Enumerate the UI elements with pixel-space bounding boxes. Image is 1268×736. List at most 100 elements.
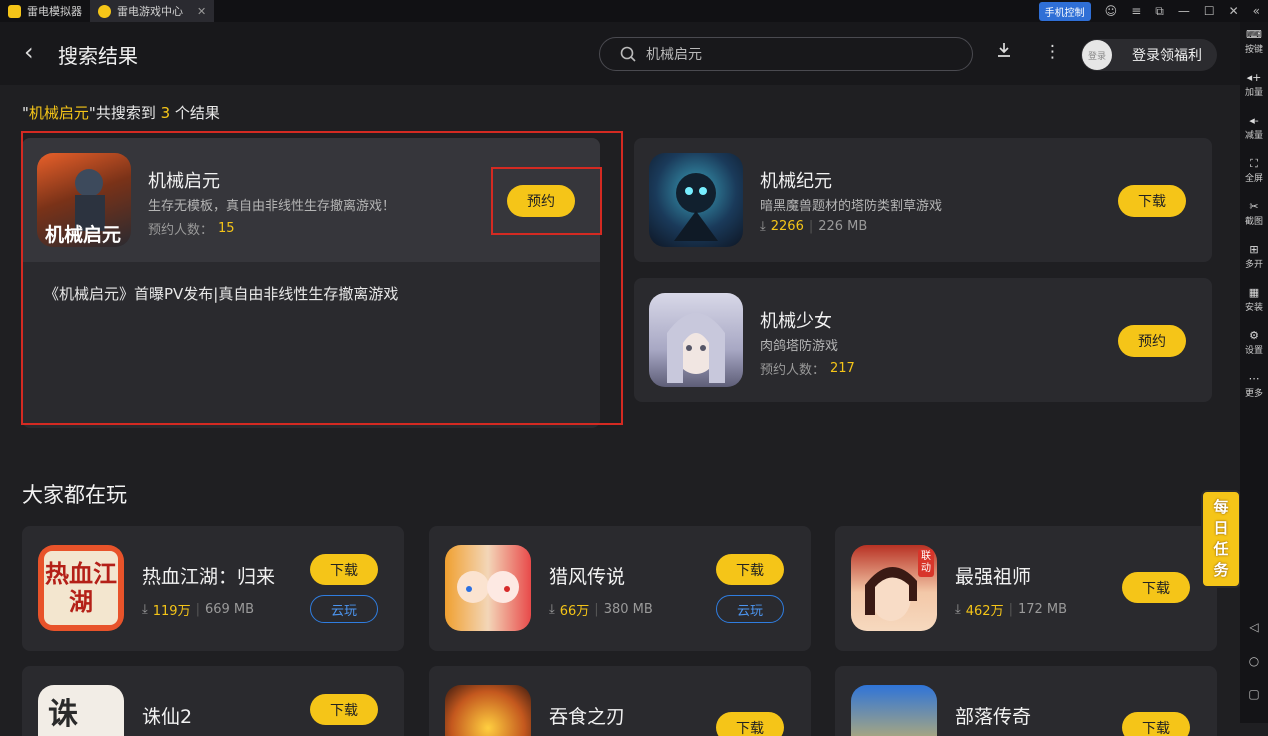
maximize-icon[interactable]: ☐ (1204, 4, 1215, 18)
app-stats: ⤓ 462万 | 172 MB (955, 602, 1068, 619)
more-vertical-icon[interactable]: ⋮ (1044, 42, 1061, 62)
app-name[interactable]: 机械启元 (148, 167, 220, 193)
featured-news-title[interactable]: 《机械启元》首曝PV发布|真自由非线性生存撤离游戏 (44, 283, 398, 304)
app-description: 暗黑魔兽题材的塔防类割草游戏 (760, 199, 943, 214)
app-name[interactable]: 猎风传说 (549, 562, 625, 589)
sidebar-item-volume-up[interactable]: ◂+ 加量 (1240, 71, 1268, 98)
minimize-icon[interactable]: — (1178, 4, 1190, 18)
cloud-play-button[interactable]: 云玩 (310, 595, 378, 623)
reservation-count: 预约人数： 217 (760, 361, 855, 378)
cloud-play-button[interactable]: 云玩 (716, 595, 784, 623)
reserve-button[interactable]: 预约 (1118, 325, 1186, 357)
tab-label: 雷电模拟器 (27, 5, 82, 18)
popular-card-rexuejianghu[interactable]: 热血江湖 热血江湖：归来 ⤓ 119万 | 669 MB 下载 云玩 (22, 526, 404, 651)
result-card-jixieshaonv[interactable]: 机械少女 肉鸽塔防游戏 预约人数： 217 预约 (634, 278, 1212, 402)
sidebar-item-keymap[interactable]: ⌨ 按键 (1240, 28, 1268, 55)
app-description: 肉鸽塔防游戏 (760, 339, 839, 354)
app-name[interactable]: 最强祖师 (955, 562, 1031, 589)
page-title: 搜索结果 (58, 44, 138, 68)
menu-icon[interactable]: ≡ (1131, 4, 1141, 18)
search-input[interactable]: 机械启元 (599, 37, 973, 71)
sidebar-item-multi-instance[interactable]: ⊞ 多开 (1240, 243, 1268, 270)
app-icon-jixieqiyuan: 机械启元 (37, 153, 131, 247)
svg-text:机械启元: 机械启元 (45, 223, 121, 246)
login-button[interactable]: 登录 登录领福利 (1081, 39, 1217, 71)
page-header: ‹ 搜索结果 机械启元 ⋮ 登录 登录领福利 (0, 22, 1240, 85)
download-count-icon: ⤓ (549, 602, 555, 617)
reservation-count: 预约人数： 15 (148, 221, 235, 238)
nav-back-icon[interactable]: ◁ (1240, 620, 1268, 634)
search-icon (620, 46, 636, 62)
app-icon-buluochuanqi (851, 685, 937, 736)
collab-badge: 联动 (918, 549, 934, 577)
download-button[interactable]: 下载 (1122, 712, 1190, 736)
app-name[interactable]: 诛仙2 (142, 702, 192, 729)
sidebar-item-screenshot[interactable]: ✂ 截图 (1240, 200, 1268, 227)
tab-label: 雷电游戏中心 (117, 5, 183, 18)
app-stats: ⤓ 66万 | 380 MB (549, 602, 653, 619)
nav-recent-icon[interactable]: ▢ (1240, 687, 1268, 701)
sidebar-item-more[interactable]: ⋯ 更多 (1240, 372, 1268, 399)
emulator-logo-icon (8, 4, 21, 18)
popular-card-tunshizhiren[interactable]: 吞食之刃 下载 (429, 666, 811, 736)
app-icon-tunshizhiren (445, 685, 531, 736)
featured-result-card[interactable]: 机械启元 机械启元 生存无模板，真自由非线性生存撤离游戏！ 预约人数： 15 预约… (22, 138, 600, 428)
fullscreen-icon: ⛶ (1250, 157, 1258, 170)
sidebar-item-fullscreen[interactable]: ⛶ 全屏 (1240, 157, 1268, 184)
app-icon-jixiejiyuan (649, 153, 743, 247)
collapse-sidebar-icon[interactable]: « (1253, 4, 1260, 18)
download-button[interactable]: 下载 (716, 554, 784, 585)
sidebar-item-install[interactable]: ▦ 安装 (1240, 286, 1268, 313)
nav-home-icon[interactable]: ○ (1240, 654, 1268, 668)
popular-card-liefengchuanshuo[interactable]: 猎风传说 ⤓ 66万 | 380 MB 下载 云玩 (429, 526, 811, 651)
app-name[interactable]: 热血江湖：归来 (142, 562, 275, 589)
restore-icon[interactable]: ⧉ (1155, 4, 1164, 19)
emulator-sidebar: ⌨ 按键 ◂+ 加量 ◂- 减量 ⛶ 全屏 ✂ 截图 ⊞ 多开 ▦ 安装 ⚙ 设置 ⋯ 更多 ◁ … (1240, 22, 1268, 723)
app-name[interactable]: 机械纪元 (760, 167, 832, 193)
settings-icon: ⚙ (1249, 329, 1259, 342)
download-button[interactable]: 下载 (716, 712, 784, 736)
download-button[interactable]: 下载 (310, 554, 378, 585)
reserve-button[interactable]: 预约 (507, 185, 575, 217)
daily-task-badge[interactable]: 每 日 任 务 (1201, 490, 1241, 588)
window-controls: 手机控制 ☺ ≡ ⧉ — ☐ ✕ « (1038, 0, 1260, 22)
download-count-icon: ⤓ (142, 602, 148, 617)
section-title: 大家都在玩 (22, 483, 127, 507)
sidebar-item-volume-down[interactable]: ◂- 减量 (1240, 114, 1268, 141)
close-icon[interactable]: ✕ (197, 5, 206, 18)
download-button[interactable]: 下载 (1118, 185, 1186, 217)
more-icon: ⋯ (1248, 372, 1260, 385)
download-count-icon: ⤓ (760, 219, 766, 234)
app-name[interactable]: 部落传奇 (955, 702, 1031, 729)
download-button[interactable]: 下载 (310, 694, 378, 725)
search-value: 机械启元 (646, 47, 702, 63)
back-icon[interactable]: ‹ (24, 38, 34, 66)
multi-instance-icon: ⊞ (1249, 243, 1259, 256)
download-count-icon: ⤓ (955, 602, 961, 617)
app-icon-zhuxian2: 诛 (38, 685, 124, 736)
result-card-jixiejiyuan[interactable]: 机械纪元 暗黑魔兽题材的塔防类割草游戏 ⤓ 2266 | 226 MB 下载 (634, 138, 1212, 262)
user-icon[interactable]: ☺ (1105, 4, 1118, 18)
volume-down-icon: ◂- (1249, 114, 1259, 127)
phone-control-button[interactable]: 手机控制 (1038, 1, 1091, 21)
keyboard-icon: ⌨ (1246, 28, 1262, 41)
result-count-number: 3 (160, 104, 171, 122)
tab-emulator[interactable]: 雷电模拟器 (0, 0, 90, 22)
close-window-icon[interactable]: ✕ (1229, 4, 1239, 18)
login-label: 登录领福利 (1132, 48, 1202, 64)
popular-card-buluochuanqi[interactable]: 部落传奇 下载 (835, 666, 1217, 736)
result-query: 机械启元 (28, 104, 89, 122)
tab-game-center[interactable]: 雷电游戏中心 ✕ (90, 0, 215, 22)
popular-card-zuiqiangzushi[interactable]: 联动 最强祖师 ⤓ 462万 | 172 MB 下载 (835, 526, 1217, 651)
sidebar-item-settings[interactable]: ⚙ 设置 (1240, 329, 1268, 356)
scissors-icon: ✂ (1249, 200, 1259, 213)
download-button[interactable]: 下载 (1122, 572, 1190, 603)
app-icon-liefengchuanshuo (445, 545, 531, 631)
download-icon[interactable] (996, 42, 1012, 63)
app-name[interactable]: 机械少女 (760, 307, 832, 333)
app-name[interactable]: 吞食之刃 (549, 702, 625, 729)
app-icon-zuiqiangzushi: 联动 (851, 545, 937, 631)
popular-card-zhuxian2[interactable]: 诛 诛仙2 下载 (22, 666, 404, 736)
avatar: 登录 (1082, 40, 1112, 70)
volume-up-icon: ◂+ (1246, 71, 1262, 84)
